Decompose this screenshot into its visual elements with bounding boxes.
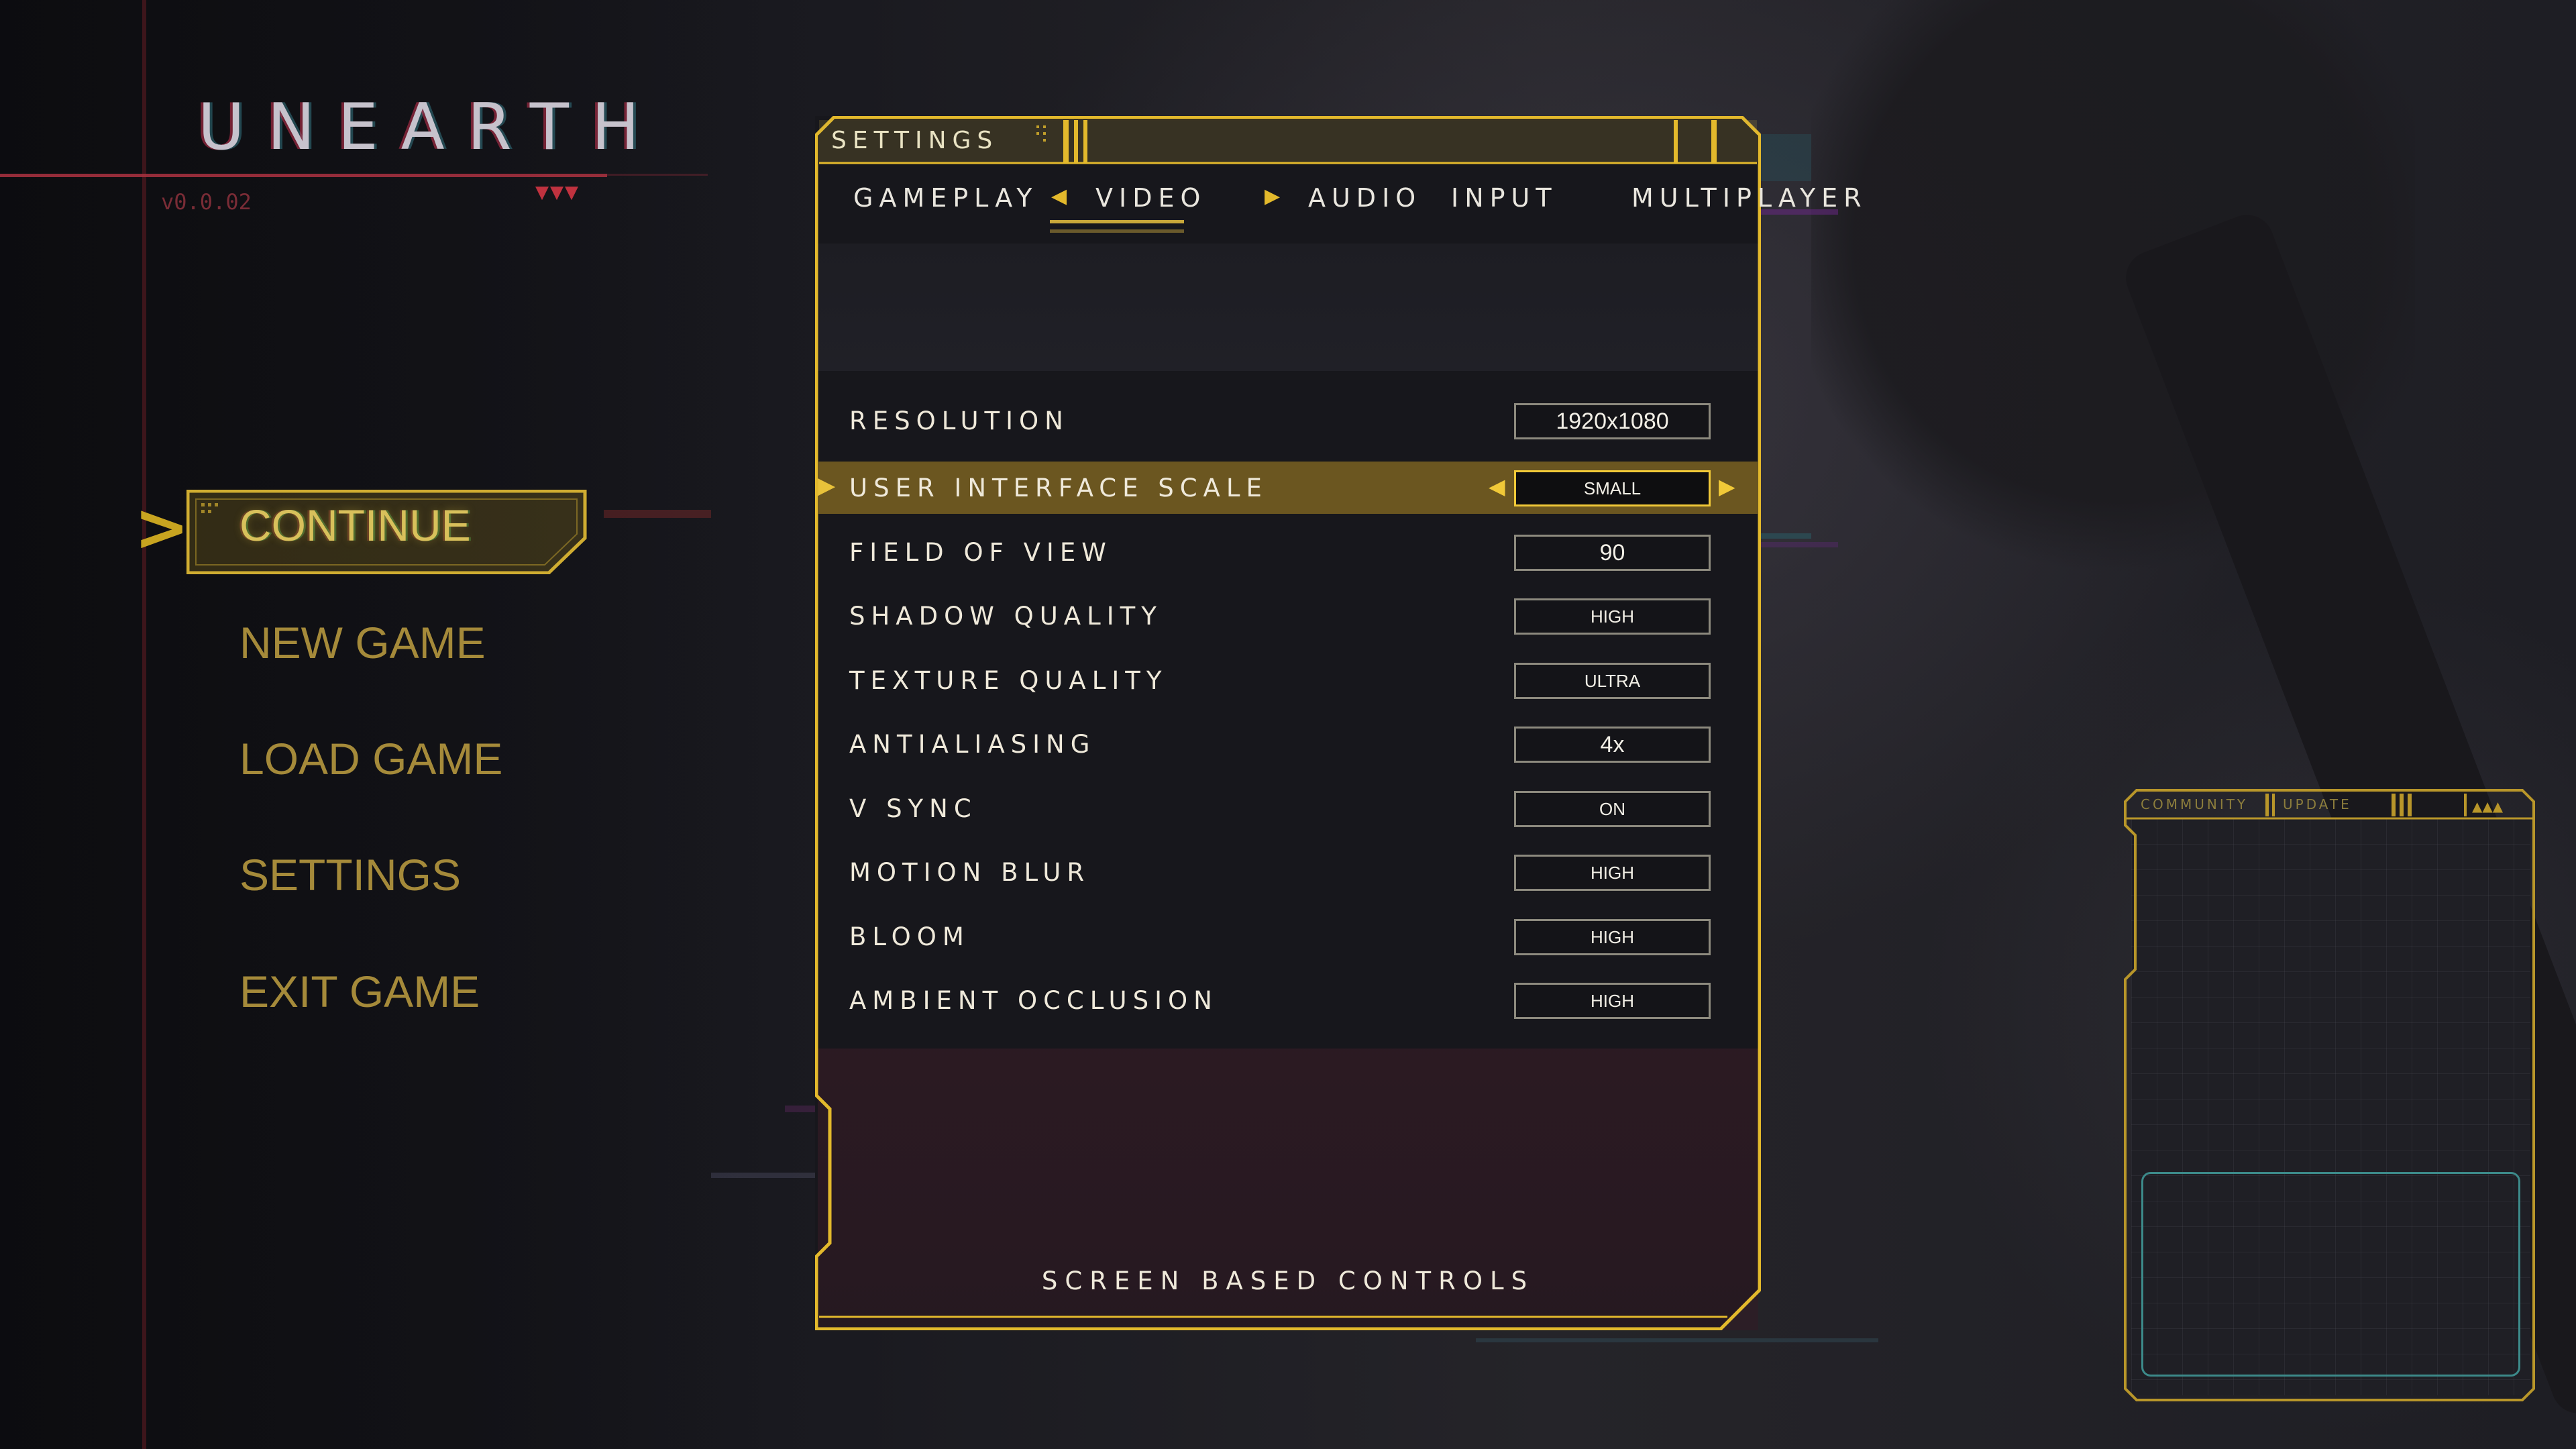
- setting-row-antialiasing[interactable]: ANTIALIASING 4x: [818, 718, 1758, 770]
- community-card: ▲▲▲ COMMUNITY UPDATE: [2123, 788, 2536, 1404]
- chevron-right-icon: >: [134, 490, 190, 566]
- setting-label: V SYNC: [849, 794, 977, 823]
- menu-continue-button[interactable]: CONTINUE: [239, 500, 471, 551]
- setting-label: BLOOM: [849, 922, 970, 951]
- setting-row-v-sync[interactable]: V SYNC ON: [818, 782, 1758, 835]
- setting-value-bloom[interactable]: HIGH: [1514, 919, 1711, 955]
- setting-value-shadow-quality[interactable]: HIGH: [1514, 598, 1711, 635]
- triangle-right-icon: ▶: [818, 472, 836, 499]
- version-label: v0.0.02: [161, 189, 252, 215]
- setting-value-resolution[interactable]: 1920x1080: [1514, 403, 1711, 439]
- setting-label: ANTIALIASING: [849, 730, 1096, 759]
- setting-row-bloom[interactable]: BLOOM HIGH: [818, 910, 1758, 963]
- settings-rows: RESOLUTION 1920x1080 ▶ USER INTERFACE SC…: [815, 116, 1761, 1330]
- community-card-content-slot[interactable]: [2141, 1172, 2520, 1377]
- background-left-shade: [0, 0, 771, 1449]
- menu-settings-button[interactable]: SETTINGS: [239, 849, 461, 900]
- card-tab-community[interactable]: COMMUNITY: [2141, 796, 2248, 812]
- setting-label: SHADOW QUALITY: [849, 602, 1163, 631]
- setting-value-ambient-occlusion[interactable]: HIGH: [1514, 983, 1711, 1019]
- svg-text:▲▲▲: ▲▲▲: [2472, 798, 2504, 814]
- triangle-right-icon[interactable]: ▶: [1719, 474, 1735, 499]
- setting-label: FIELD OF VIEW: [849, 538, 1112, 567]
- logo-underline-tail: [607, 174, 708, 176]
- menu-exit-game-button[interactable]: EXIT GAME: [239, 966, 480, 1017]
- setting-row-ambient-occlusion[interactable]: AMBIENT OCCLUSION HIGH: [818, 974, 1758, 1026]
- glitch-line: [604, 510, 711, 518]
- setting-row-resolution[interactable]: RESOLUTION 1920x1080: [818, 394, 1758, 447]
- setting-label: MOTION BLUR: [849, 858, 1091, 887]
- setting-label: TEXTURE QUALITY: [849, 666, 1168, 695]
- setting-value-motion-blur[interactable]: HIGH: [1514, 855, 1711, 891]
- setting-value-antialiasing[interactable]: 4x: [1514, 727, 1711, 763]
- screen-based-controls-label: SCREEN BASED CONTROLS: [1041, 1267, 1535, 1295]
- card-tab-update[interactable]: UPDATE: [2283, 796, 2352, 812]
- setting-value-v-sync[interactable]: ON: [1514, 791, 1711, 827]
- setting-label: RESOLUTION: [849, 407, 1069, 435]
- setting-row-ui-scale[interactable]: ▶ USER INTERFACE SCALE ◀ SMALL ▶: [818, 462, 1758, 514]
- setting-label: USER INTERFACE SCALE: [849, 474, 1268, 502]
- setting-value-ui-scale[interactable]: SMALL: [1514, 470, 1711, 506]
- left-accent-line: [142, 0, 146, 1449]
- logo-underline: [0, 174, 607, 177]
- triangle-left-icon[interactable]: ◀: [1489, 474, 1505, 499]
- glitch-line: [1476, 1338, 1878, 1342]
- setting-row-texture-quality[interactable]: TEXTURE QUALITY ULTRA: [818, 654, 1758, 706]
- menu-load-game-button[interactable]: LOAD GAME: [239, 733, 502, 784]
- setting-label: AMBIENT OCCLUSION: [849, 986, 1218, 1015]
- setting-value-field-of-view[interactable]: 90: [1514, 535, 1711, 571]
- setting-value-texture-quality[interactable]: ULTRA: [1514, 663, 1711, 699]
- settings-panel: SETTINGS GAMEPLAY ◀ VIDEO ▶ AUDIO INPUT …: [815, 116, 1862, 1330]
- game-logo-title: UNEARTH: [198, 91, 663, 164]
- setting-row-motion-blur[interactable]: MOTION BLUR HIGH: [818, 846, 1758, 898]
- menu-new-game-button[interactable]: NEW GAME: [239, 617, 486, 668]
- setting-row-shadow-quality[interactable]: SHADOW QUALITY HIGH: [818, 590, 1758, 642]
- logo-triangles-icon: ▼▼▼: [535, 182, 580, 203]
- setting-row-field-of-view[interactable]: FIELD OF VIEW 90: [818, 526, 1758, 578]
